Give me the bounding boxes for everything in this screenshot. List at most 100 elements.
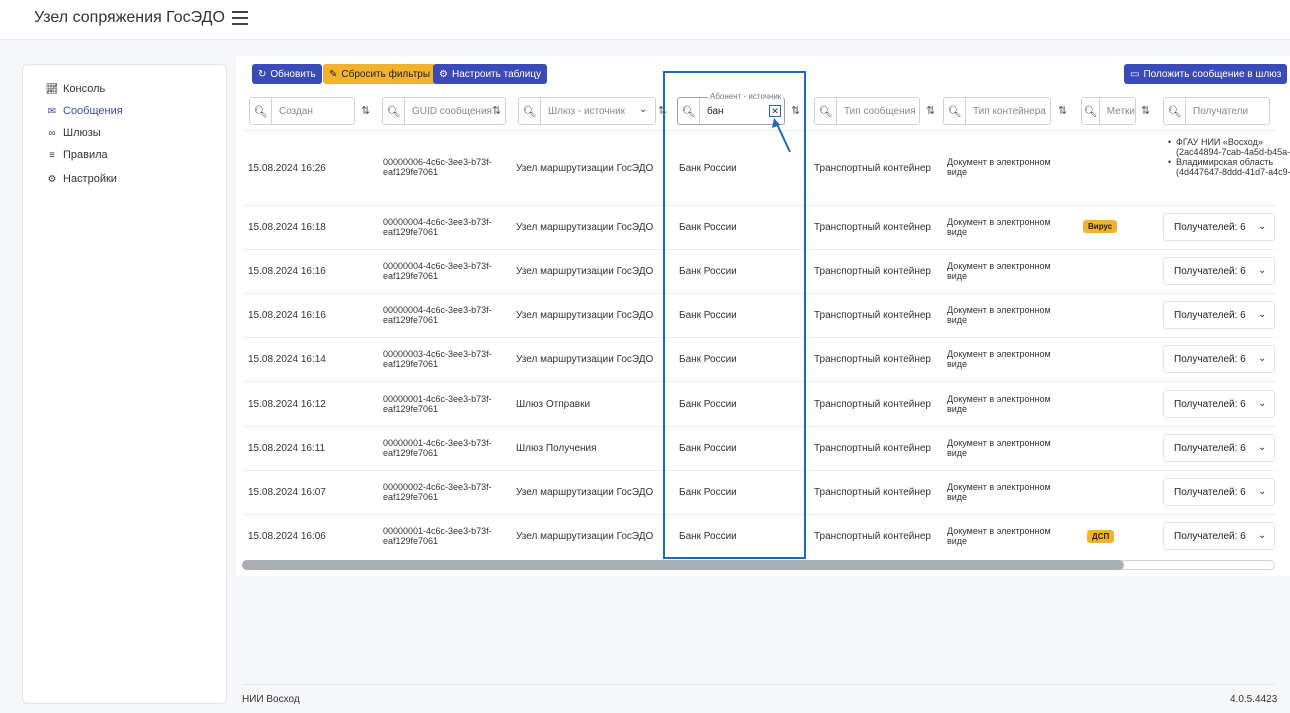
reset-filters-button[interactable]: ✎ Сбросить фильтры — [323, 64, 437, 84]
cogs-icon: ⚙ — [47, 173, 57, 185]
sidebar-item-label: Шлюзы — [63, 127, 101, 139]
chevron-down-icon: ⌄ — [1258, 309, 1267, 320]
gateway-cell: Шлюз Получения — [516, 443, 597, 454]
container-cell: Документ в электронном виде — [947, 438, 1051, 458]
recipients-dropdown[interactable]: Получателей: 6 ⌄ — [1163, 345, 1275, 373]
refresh-button[interactable]: ↻ Обновить — [252, 64, 322, 84]
created-filter-placeholder: Создан — [279, 105, 313, 117]
message-type-cell: Транспортный контейнер — [814, 354, 931, 365]
sidebar-item-label: Консоль — [63, 83, 106, 95]
sort-icon[interactable]: ⇅ — [658, 104, 667, 117]
recipients-dropdown[interactable]: Получателей: 6 ⌄ — [1163, 522, 1275, 550]
footer-version: 4.0.5.4423 — [1230, 694, 1278, 705]
clear-icon[interactable]: ✕ — [769, 105, 781, 117]
recipients-count: Получателей: 6 — [1174, 398, 1246, 410]
recipients-count: Получателей: 6 — [1174, 486, 1246, 498]
gateway-cell: Узел маршрутизации ГосЭДО — [516, 310, 654, 321]
subscriber-cell: Банк России — [679, 163, 737, 174]
subscriber-cell: Банк России — [679, 487, 737, 498]
sidebar-item-rules[interactable]: ≡ Правила — [45, 149, 108, 161]
message-type-cell: Транспортный контейнер — [814, 443, 931, 454]
created-cell: 15.08.2024 16:12 — [248, 399, 326, 410]
recipients-dropdown[interactable]: Получателей: 6 ⌄ — [1163, 213, 1275, 241]
row-divider — [242, 514, 1275, 515]
folder-icon: ▭ — [1130, 68, 1140, 80]
guid-cell: 00000004-4c6c-3ee3-b73f-eaf129fe7061 — [383, 217, 492, 237]
tags-filter[interactable]: 🔍︎ Метки — [1081, 97, 1136, 125]
container-cell: Документ в электронном виде — [947, 482, 1051, 502]
top-bar: Узел сопряжения ГосЭДО — [0, 0, 1290, 40]
footer-company: НИИ Восход — [242, 694, 300, 705]
tag-badge: Вирус — [1083, 220, 1118, 233]
search-icon: 🔍︎ — [944, 98, 966, 124]
menu-icon[interactable] — [232, 11, 248, 25]
created-filter[interactable]: 🔍︎ Создан — [249, 97, 355, 125]
put-message-button[interactable]: ▭ Положить сообщение в шлюз — [1124, 64, 1288, 84]
container-type-placeholder: Тип контейнера — [973, 105, 1046, 117]
message-type-cell: Транспортный контейнер — [814, 487, 931, 498]
footer-divider — [242, 684, 1275, 685]
recipients-count: Получателей: 6 — [1174, 221, 1246, 233]
configure-table-button[interactable]: ⚙ Настроить таблицу — [433, 64, 548, 84]
subscriber-source-input[interactable]: бан — [700, 106, 724, 117]
container-cell: Документ в электронном виде — [947, 305, 1051, 325]
refresh-icon: ↻ — [258, 68, 267, 80]
recipients-dropdown[interactable]: Получателей: 6 ⌄ — [1163, 478, 1275, 506]
sort-icon[interactable]: ⇅ — [1141, 104, 1150, 117]
sort-icon[interactable]: ⇅ — [791, 104, 800, 117]
sidebar-item-console[interactable]: 📈︎ Консоль — [45, 83, 106, 95]
search-icon: 🔍︎ — [815, 98, 837, 124]
sidebar-item-settings[interactable]: ⚙ Настройки — [45, 173, 117, 185]
guid-cell: 00000002-4c6c-3ee3-b73f-eaf129fe7061 — [383, 482, 492, 502]
reset-filters-button-label: Сбросить фильтры — [341, 68, 431, 80]
guid-cell: 00000004-4c6c-3ee3-b73f-eaf129fe7061 — [383, 261, 492, 281]
container-type-filter[interactable]: 🔍︎ Тип контейнера — [943, 97, 1051, 125]
subscriber-cell: Банк России — [679, 443, 737, 454]
recipient-id: (2ac44894-7cab-4a5d-b45a-f1dff278f921) — [1176, 147, 1290, 157]
sort-icon[interactable]: ⇅ — [926, 104, 935, 117]
recipients-count: Получателей: 6 — [1174, 265, 1246, 277]
recipients-dropdown[interactable]: Получателей: 6 ⌄ — [1163, 257, 1275, 285]
chevron-down-icon: ⌄ — [1258, 442, 1267, 453]
sidebar-item-messages[interactable]: ✉ Сообщения — [45, 105, 123, 117]
guid-filter[interactable]: 🔍︎ GUID сообщения — [382, 97, 506, 125]
gateway-source-filter[interactable]: 🔍︎ Шлюз - источник ⌄ — [518, 97, 656, 125]
chevron-down-icon[interactable]: ⌄ — [639, 104, 647, 115]
created-cell: 15.08.2024 16:11 — [248, 443, 326, 454]
app-title: Узел сопряжения ГосЭДО — [34, 9, 225, 26]
container-cell: Документ в электронном виде — [947, 394, 1051, 414]
recipients-dropdown[interactable]: Получателей: 6 ⌄ — [1163, 301, 1275, 329]
message-type-cell: Транспортный контейнер — [814, 310, 931, 321]
created-cell: 15.08.2024 16:16 — [248, 266, 326, 277]
row-divider — [242, 249, 1275, 250]
sort-icon[interactable]: ⇅ — [492, 104, 501, 117]
put-message-button-label: Положить сообщение в шлюз — [1143, 68, 1282, 80]
subscriber-source-filter[interactable]: 🔍︎ Абонент - источник бан ✕ — [677, 92, 785, 125]
scrollbar-thumb[interactable] — [242, 560, 1124, 570]
recipients-dropdown[interactable]: Получателей: 6 ⌄ — [1163, 434, 1275, 462]
gateway-cell: Узел маршрутизации ГосЭДО — [516, 163, 654, 174]
guid-cell: 00000003-4c6c-3ee3-b73f-eaf129fe7061 — [383, 349, 492, 369]
gateway-cell: Узел маршрутизации ГосЭДО — [516, 531, 654, 542]
recipients-list: ФГАУ НИИ «Восход» (2ac44894-7cab-4a5d-b4… — [1168, 137, 1290, 177]
gateway-source-placeholder: Шлюз - источник — [548, 105, 626, 117]
sidebar-item-label: Сообщения — [63, 105, 123, 117]
subscriber-cell: Банк России — [679, 310, 737, 321]
sidebar-item-gateways[interactable]: ∞ Шлюзы — [45, 127, 101, 139]
gateway-cell: Шлюз Отправки — [516, 399, 591, 410]
tag-badge: ДСП — [1087, 530, 1115, 543]
guid-cell: 00000001-4c6c-3ee3-b73f-eaf129fe7061 — [383, 394, 492, 414]
guid-filter-placeholder: GUID сообщения — [412, 105, 492, 117]
sort-icon[interactable]: ⇅ — [361, 104, 370, 117]
recipients-filter[interactable]: 🔍︎ Получатели — [1163, 97, 1270, 125]
message-type-filter[interactable]: 🔍︎ Тип сообщения — [814, 97, 920, 125]
envelope-icon: ✉ — [47, 105, 57, 117]
gear-icon: ⚙ — [439, 68, 448, 80]
gateway-cell: Узел маршрутизации ГосЭДО — [516, 354, 654, 365]
search-icon: 🔍︎ — [383, 98, 405, 124]
recipients-dropdown[interactable]: Получателей: 6 ⌄ — [1163, 390, 1275, 418]
sort-icon[interactable]: ⇅ — [1058, 104, 1067, 117]
row-divider — [242, 293, 1275, 294]
recipients-count: Получателей: 6 — [1174, 530, 1246, 542]
subscriber-cell: Банк России — [679, 531, 737, 542]
